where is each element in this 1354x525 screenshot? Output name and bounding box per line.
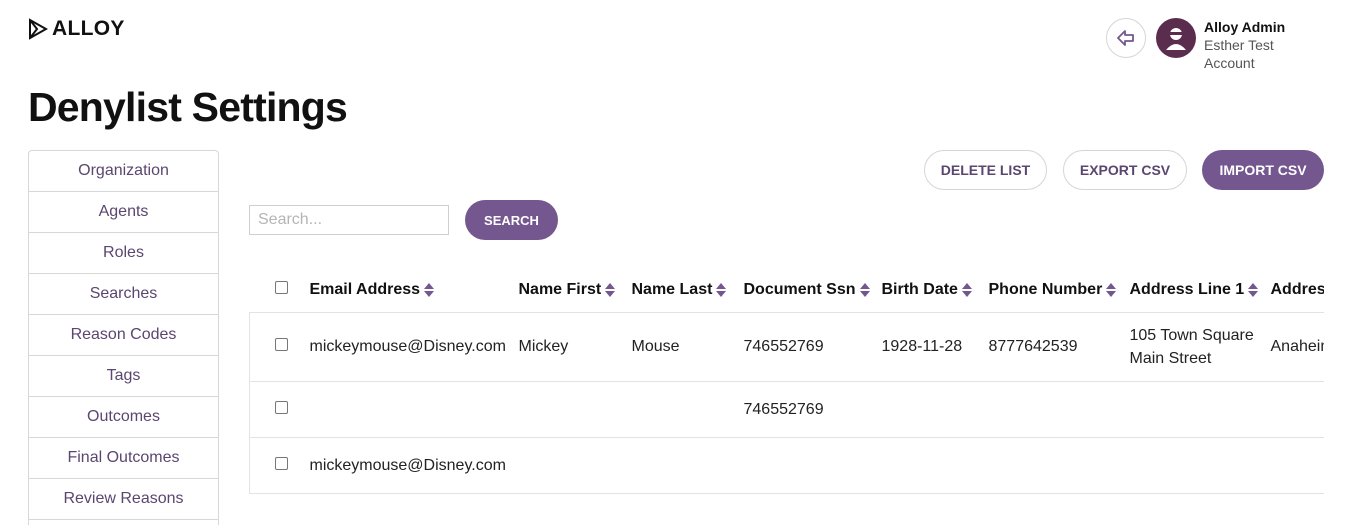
search-button[interactable]: SEARCH <box>465 200 558 240</box>
search-input[interactable] <box>249 205 449 235</box>
denylist-table[interactable]: Email Address Name First Name Last Docum… <box>249 268 1324 494</box>
alloy-logo-icon <box>29 18 48 40</box>
logo-text: ALLOY <box>52 17 125 40</box>
user-info[interactable]: Alloy Admin Esther Test Account <box>1204 18 1294 72</box>
sidebar-item-reason-codes[interactable]: Reason Codes <box>29 315 218 356</box>
sidebar-item-roles[interactable]: Roles <box>29 233 218 274</box>
export-csv-button[interactable]: EXPORT CSV <box>1063 150 1187 190</box>
sidebar-item-outcomes[interactable]: Outcomes <box>29 397 218 438</box>
cell-document-ssn: 746552769 <box>743 380 882 437</box>
sort-icon[interactable] <box>605 282 616 297</box>
column-header-email-address[interactable]: Email Address <box>310 268 519 312</box>
cell-email: mickeymouse@Disney.com <box>309 436 519 494</box>
column-header-address-line-1[interactable]: Address Line 1 <box>1130 268 1271 312</box>
cell-address: Anaheim <box>1270 311 1324 381</box>
cell-name-first <box>518 436 632 494</box>
table-row[interactable]: mickeymouse@Disney.com Mickey Mouse 7465… <box>249 311 1324 381</box>
table-header-row: Email Address Name First Name Last Docum… <box>250 268 1325 312</box>
user-account: Esther Test Account <box>1204 37 1274 71</box>
row-checkbox[interactable] <box>275 400 288 414</box>
column-header-phone-number[interactable]: Phone Number <box>989 268 1130 312</box>
sidebar-item-tags[interactable]: Tags <box>29 356 218 397</box>
cell-email: mickeymouse@Disney.com <box>309 311 519 381</box>
cell-name-last <box>631 436 744 494</box>
sidebar-next-item[interactable] <box>29 520 218 525</box>
import-csv-button[interactable]: IMPORT CSV <box>1202 150 1324 190</box>
user-avatar[interactable] <box>1156 18 1196 58</box>
cell-birth-date: 1928-11-28 <box>881 311 989 381</box>
row-checkbox[interactable] <box>275 456 288 470</box>
delete-list-button[interactable]: DELETE LIST <box>924 150 1047 190</box>
cell-phone-number <box>988 436 1130 494</box>
sidebar-item-final-outcomes[interactable]: Final Outcomes <box>29 438 218 479</box>
cell-document-ssn: 746552769 <box>743 311 882 381</box>
cell-name-last <box>631 380 744 437</box>
sidebar-item-searches[interactable]: Searches <box>29 274 218 315</box>
table-row[interactable]: 746552769 <box>249 380 1324 437</box>
cell-name-last: Mouse <box>631 311 744 381</box>
column-header-document-ssn[interactable]: Document Ssn <box>744 268 882 312</box>
sort-icon[interactable] <box>716 282 727 297</box>
alloy-logo[interactable]: ALLOY <box>28 17 125 41</box>
sidebar-item-organization[interactable]: Organization <box>29 151 218 192</box>
cell-phone-number <box>988 380 1130 437</box>
cell-birth-date <box>881 436 989 494</box>
settings-sidebar: Organization Agents Roles Searches Reaso… <box>28 150 219 525</box>
cell-name-first: Mickey <box>518 311 632 381</box>
cell-phone-number: 8777642539 <box>988 311 1130 381</box>
column-header-name-last[interactable]: Name Last <box>632 268 744 312</box>
cell-email <box>309 380 519 437</box>
user-avatar-icon <box>1166 28 1186 50</box>
user-name: Alloy Admin <box>1204 19 1286 35</box>
column-header-birth-date[interactable]: Birth Date <box>882 268 989 312</box>
sort-icon[interactable] <box>859 282 870 297</box>
sort-icon[interactable] <box>1106 282 1117 297</box>
cell-address-line-1 <box>1129 380 1271 437</box>
cell-document-ssn <box>743 436 882 494</box>
cell-address <box>1270 380 1324 437</box>
cell-birth-date <box>881 380 989 437</box>
sort-icon[interactable] <box>1248 282 1259 297</box>
cell-address-line-1: 105 Town Square Main Street <box>1129 311 1271 381</box>
sidebar-item-agents[interactable]: Agents <box>29 192 218 233</box>
sort-icon[interactable] <box>961 282 972 297</box>
column-header-address[interactable]: Address <box>1271 268 1325 312</box>
back-arrow-icon <box>1117 30 1134 46</box>
table-row[interactable]: mickeymouse@Disney.com <box>249 436 1324 494</box>
sidebar-item-review-reasons[interactable]: Review Reasons <box>29 479 218 520</box>
cell-address <box>1270 436 1324 494</box>
cell-address-line-1 <box>1129 436 1271 494</box>
sort-icon[interactable] <box>424 282 435 297</box>
row-checkbox[interactable] <box>275 338 288 351</box>
column-header-name-first[interactable]: Name First <box>519 268 632 312</box>
cell-name-first <box>518 380 632 437</box>
page-title: Denylist Settings <box>28 84 348 130</box>
back-button[interactable] <box>1106 18 1146 58</box>
select-all-checkbox[interactable] <box>274 280 288 294</box>
